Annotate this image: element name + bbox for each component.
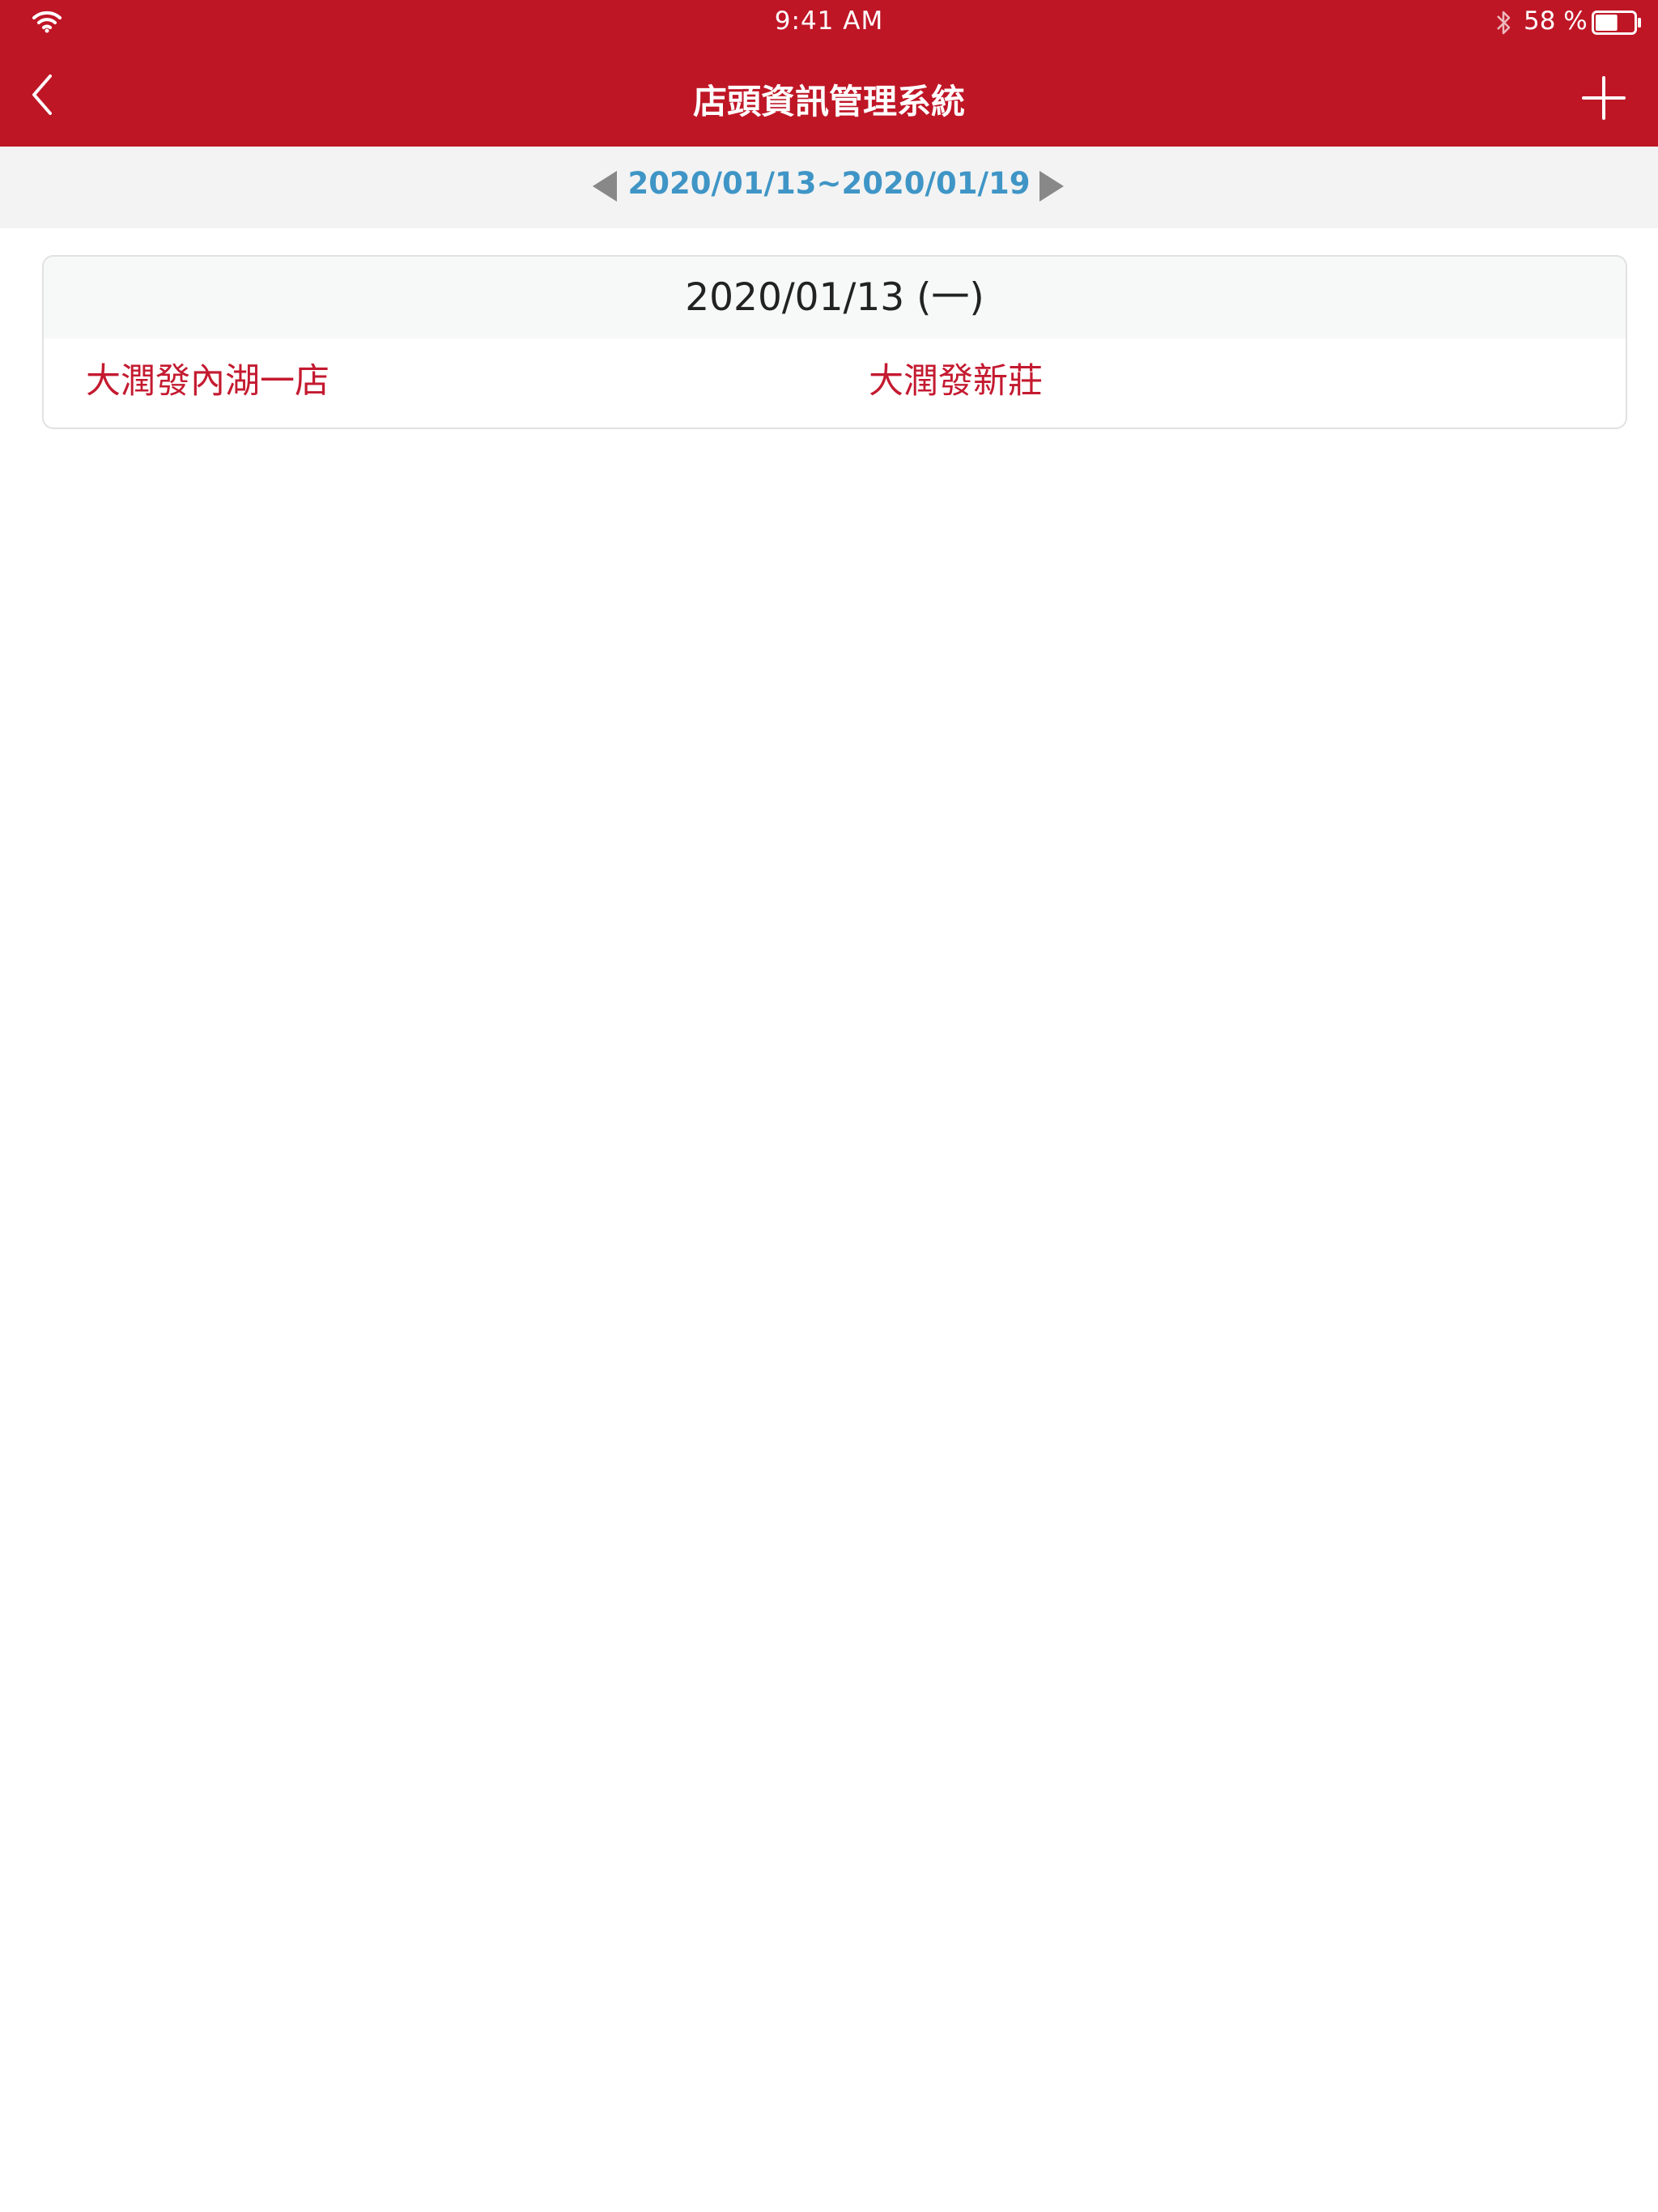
page-title: 店頭資訊管理系統	[692, 82, 965, 121]
triangle-right-icon[interactable]	[1038, 168, 1065, 205]
week-selector: 2020/01/13~2020/01/19	[0, 147, 1658, 228]
status-time: 9:41 AM	[774, 6, 884, 36]
navigation-bar: 店頭資訊管理系統	[0, 45, 1658, 147]
plus-icon[interactable]	[1582, 76, 1626, 120]
day-header: 2020/01/13 (一)	[44, 257, 1626, 338]
store-row: 大潤發內湖一店 大潤發新莊	[44, 338, 1626, 428]
week-range[interactable]: 2020/01/13~2020/01/19	[623, 166, 1035, 201]
app-header: 9:41 AM 58 % 店頭資訊管理系統	[0, 0, 1658, 147]
store-link[interactable]: 大潤發新莊	[869, 353, 1043, 403]
store-link[interactable]: 大潤發內湖一店	[86, 353, 329, 403]
battery-percent: 58 %	[1524, 6, 1588, 36]
triangle-left-icon[interactable]	[591, 168, 619, 205]
day-card: 2020/01/13 (一) 大潤發內湖一店 大潤發新莊	[42, 255, 1627, 429]
status-bar: 9:41 AM 58 %	[0, 0, 1658, 45]
battery-icon	[1592, 11, 1641, 35]
bluetooth-icon	[1497, 11, 1511, 35]
battery-fill	[1596, 15, 1618, 31]
